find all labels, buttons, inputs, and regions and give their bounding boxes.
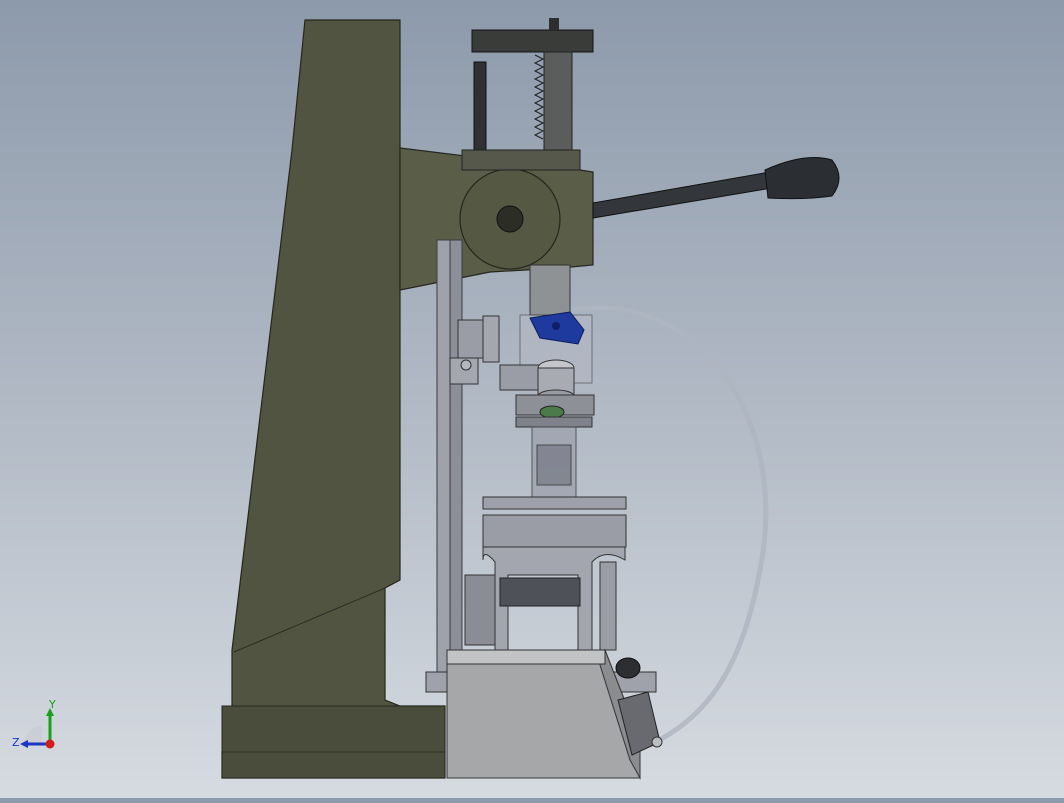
triad-z-label: Z (12, 736, 20, 749)
triad-graphic: Y Z (12, 698, 56, 749)
tool-holder (499, 311, 595, 498)
lever-handle[interactable] (592, 157, 840, 219)
triad-y-label: Y (48, 698, 56, 711)
press-model[interactable] (0, 0, 1064, 798)
triad-x-axis (45, 739, 55, 749)
coordinate-triad: Y Z (10, 698, 70, 758)
base-housing (446, 648, 663, 780)
cad-viewport[interactable]: Y Z (0, 0, 1064, 798)
